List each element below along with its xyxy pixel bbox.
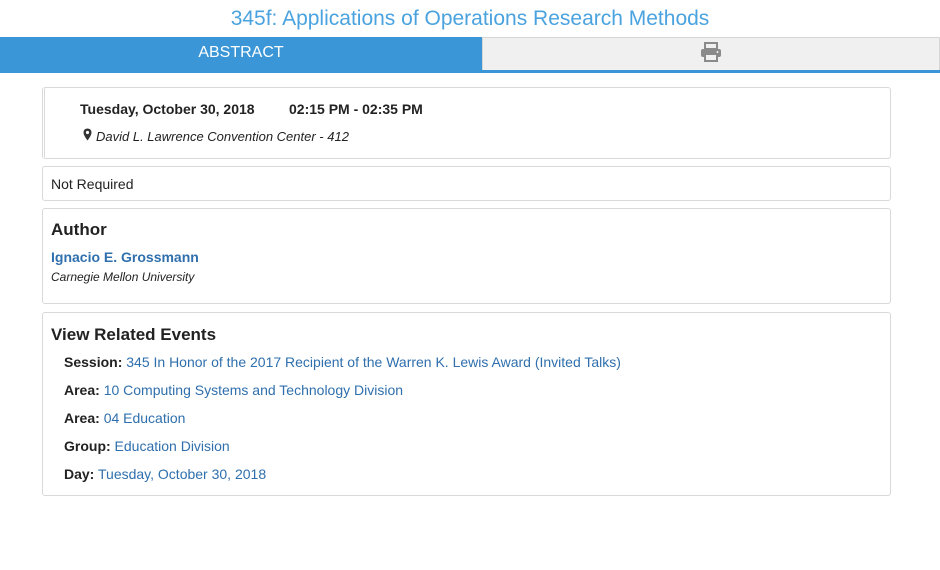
printer-icon[interactable] <box>700 41 722 67</box>
session-time: 02:15 PM - 02:35 PM <box>289 101 423 117</box>
related-area-row: Area: 04 Education <box>64 410 185 426</box>
tab-bar: ABSTRACT <box>0 37 940 73</box>
related-group-row: Group: Education Division <box>64 438 230 454</box>
location-text: David L. Lawrence Convention Center - 41… <box>96 128 349 144</box>
author-affiliation: Carnegie Mellon University <box>51 270 195 284</box>
author-name-link[interactable]: Ignacio E. Grossmann <box>51 249 199 265</box>
author-heading: Author <box>51 220 107 239</box>
related-group-link[interactable]: Education Division <box>115 438 230 454</box>
related-events-panel: View Related Events Session: 345 In Hono… <box>42 312 891 496</box>
related-session-row: Session: 345 In Honor of the 2017 Recipi… <box>64 354 621 370</box>
related-area-link[interactable]: 04 Education <box>104 410 186 426</box>
related-heading: View Related Events <box>51 325 217 344</box>
tab-abstract[interactable]: ABSTRACT <box>0 37 482 70</box>
related-area-row: Area: 10 Computing Systems and Technolog… <box>64 382 403 398</box>
related-day-row: Day: Tuesday, October 30, 2018 <box>64 466 266 482</box>
map-marker-icon <box>83 128 92 144</box>
page-title: 345f: Applications of Operations Researc… <box>230 7 710 30</box>
tab-print[interactable] <box>482 37 940 70</box>
schedule-panel: Tuesday, October 30, 2018 02:15 PM - 02:… <box>42 87 891 159</box>
related-key: Area: <box>64 382 100 398</box>
session-location: David L. Lawrence Convention Center - 41… <box>83 128 349 144</box>
presenter-status-text: Not Required <box>51 176 134 192</box>
tab-underline <box>0 70 940 73</box>
related-key: Group: <box>64 438 111 454</box>
author-panel: Author Ignacio E. Grossmann Carnegie Mel… <box>42 208 891 304</box>
session-date: Tuesday, October 30, 2018 <box>80 101 255 117</box>
related-key: Day: <box>64 466 95 482</box>
related-key: Area: <box>64 410 100 426</box>
presenter-status-panel: Not Required <box>42 166 891 201</box>
related-session-link[interactable]: 345 In Honor of the 2017 Recipient of th… <box>126 354 621 370</box>
related-area-link[interactable]: 10 Computing Systems and Technology Divi… <box>104 382 403 398</box>
related-key: Session: <box>64 354 123 370</box>
related-day-link[interactable]: Tuesday, October 30, 2018 <box>98 466 266 482</box>
